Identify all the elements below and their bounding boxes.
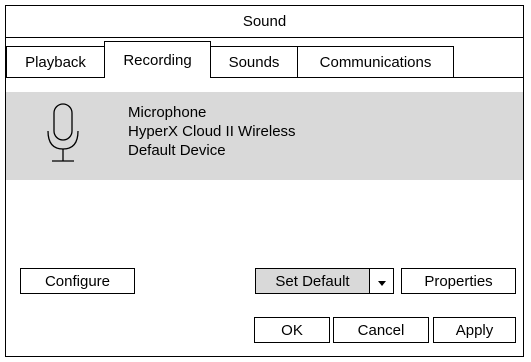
device-name: Microphone xyxy=(128,104,207,121)
microphone-icon xyxy=(47,103,79,162)
tab-sounds[interactable]: Sounds xyxy=(210,46,298,77)
ok-button[interactable]: OK xyxy=(254,317,330,343)
cancel-button[interactable]: Cancel xyxy=(333,317,429,343)
tab-divider xyxy=(6,77,523,78)
tab-recording[interactable]: Recording xyxy=(104,41,211,78)
device-status: Default Device xyxy=(128,142,226,159)
device-info: Microphone HyperX Cloud II Wireless Defa… xyxy=(128,103,296,160)
tab-bar: Playback Recording Sounds Communications xyxy=(6,38,523,78)
device-model: HyperX Cloud II Wireless xyxy=(128,123,296,140)
set-default-button[interactable]: Set Default xyxy=(255,268,370,294)
chevron-down-icon xyxy=(378,281,386,286)
apply-button[interactable]: Apply xyxy=(433,317,516,343)
dialog-title: Sound xyxy=(6,6,523,38)
sound-dialog: Sound Playback Recording Sounds Communic… xyxy=(5,5,524,357)
configure-button[interactable]: Configure xyxy=(20,268,135,294)
tab-communications[interactable]: Communications xyxy=(297,46,454,77)
properties-button[interactable]: Properties xyxy=(401,268,516,294)
tab-playback[interactable]: Playback xyxy=(6,46,105,77)
set-default-dropdown[interactable] xyxy=(369,268,394,294)
